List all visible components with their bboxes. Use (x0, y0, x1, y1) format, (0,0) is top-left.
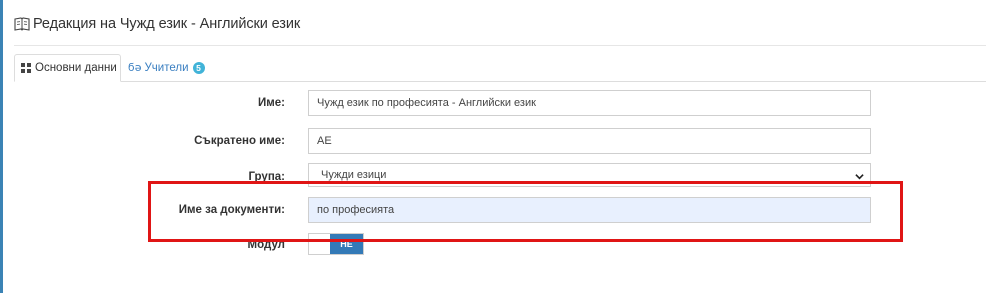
doc-name-input[interactable]: по професията (308, 197, 871, 223)
form-row-module: Модул НЕ (0, 233, 986, 259)
page-title: Редакция на Чужд език - Английски език (33, 16, 301, 32)
tab-teachers[interactable]: ϭə Учители 5 (128, 54, 205, 81)
form-row-short-name: Съкратено име: АЕ (0, 128, 986, 154)
teachers-count-badge: 5 (192, 61, 205, 74)
short-name-label: Съкратено име: (194, 135, 285, 147)
group-select[interactable]: Чужди езици (308, 163, 871, 187)
form-row-group: Група: Чужди езици (0, 163, 986, 189)
grid-icon (21, 63, 31, 73)
group-label: Група: (248, 171, 285, 183)
group-select-value: Чужди езици (321, 169, 387, 181)
tab-basic-data-label: Основни данни (35, 62, 117, 74)
doc-name-label: Име за документи: (178, 204, 285, 216)
tab-teachers-label: Учители (144, 61, 189, 74)
toggle-knob (309, 234, 330, 254)
book-icon (14, 17, 30, 31)
short-name-input[interactable]: АЕ (308, 128, 871, 154)
name-label: Име: (258, 97, 285, 109)
name-input[interactable]: Чужд език по професията - Английски език (308, 90, 871, 116)
tab-bar: Основни данни ϭə Учители 5 (14, 54, 986, 82)
tab-basic-data[interactable]: Основни данни (14, 54, 121, 82)
module-label: Модул (247, 239, 285, 251)
page-header: Редакция на Чужд език - Английски език (14, 14, 300, 34)
chevron-down-icon (855, 174, 864, 180)
module-toggle[interactable]: НЕ (308, 233, 364, 255)
form-row-name: Име: Чужд език по професията - Английски… (0, 90, 986, 116)
form-row-doc-name: Име за документи: по професията (0, 197, 986, 223)
header-divider (14, 45, 986, 46)
toggle-state-label: НЕ (330, 234, 363, 254)
users-icon: ϭə (128, 61, 142, 74)
